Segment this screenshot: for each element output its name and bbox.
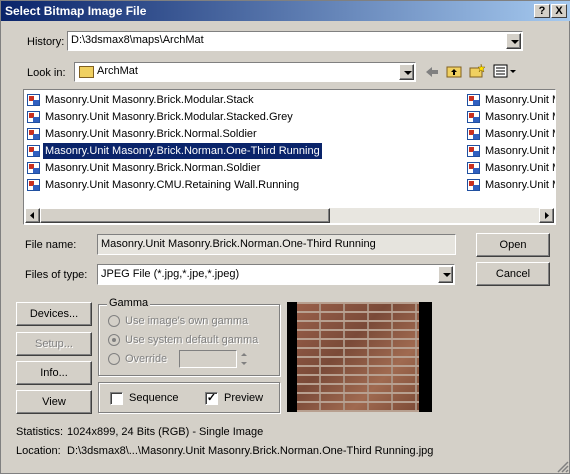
preview-checkbox[interactable]: ✓	[205, 392, 218, 405]
folder-icon	[79, 66, 94, 78]
devices-button-label: Devices...	[29, 308, 79, 320]
override-gamma-radio[interactable]	[108, 353, 120, 365]
select-bitmap-dialog: Select Bitmap Image File ? X History: D:…	[0, 0, 570, 474]
image-file-icon	[467, 111, 480, 123]
back-icon[interactable]	[424, 64, 440, 80]
override-gamma-spinner[interactable]	[239, 350, 249, 368]
view-button-label: View	[42, 396, 66, 408]
sequence-label: Sequence	[129, 392, 179, 404]
file-name-text: Masonry.Unit M	[485, 179, 555, 191]
look-in-dropdown-button[interactable]	[399, 64, 414, 80]
file-name-text: Masonry.Unit Masonry.CMU.Retaining Wall.…	[45, 179, 300, 191]
image-file-icon	[467, 179, 480, 191]
look-in-label: Look in:	[27, 67, 66, 79]
scroll-right-button[interactable]	[539, 208, 554, 223]
image-file-icon	[27, 179, 40, 191]
file-name-input[interactable]: Masonry.Unit Masonry.Brick.Norman.One-Th…	[97, 234, 456, 255]
sequence-checkbox[interactable]	[110, 392, 123, 405]
info-button[interactable]: Info...	[16, 361, 92, 385]
preview-label: Preview	[224, 392, 264, 404]
resize-grip-icon[interactable]	[555, 459, 569, 473]
files-of-type-value: JPEG File (*.jpg,*.jpe,*.jpeg)	[101, 268, 240, 280]
history-dropdown-button[interactable]	[506, 33, 521, 49]
image-file-icon	[27, 162, 40, 174]
close-button[interactable]: X	[551, 4, 567, 18]
devices-button[interactable]: Devices...	[16, 302, 92, 326]
chevron-down-icon	[404, 71, 412, 75]
location-label: Location:	[16, 445, 61, 457]
image-file-icon	[27, 111, 40, 123]
location-value: D:\3dsmax8\...\Masonry.Unit Masonry.Bric…	[67, 445, 434, 457]
use-own-gamma-label: Use image's own gamma	[125, 315, 249, 327]
dialog-title: Select Bitmap Image File	[5, 4, 147, 18]
scroll-thumb[interactable]	[40, 208, 330, 223]
history-combo[interactable]: D:\3dsmax8\maps\ArchMat	[67, 31, 523, 51]
file-name-text: Masonry.Unit M	[485, 94, 555, 106]
open-button[interactable]: Open	[476, 233, 550, 257]
image-file-icon	[467, 128, 480, 140]
files-of-type-combo[interactable]: JPEG File (*.jpg,*.jpe,*.jpeg)	[97, 264, 455, 285]
help-button[interactable]: ?	[534, 4, 550, 18]
override-gamma-label: Override	[125, 353, 168, 365]
files-of-type-label: Files of type:	[25, 269, 88, 281]
look-in-combo[interactable]: ArchMat	[74, 62, 416, 82]
open-button-label: Open	[499, 239, 527, 251]
chevron-down-icon	[443, 273, 451, 277]
brick-texture-thumbnail	[297, 302, 419, 412]
image-file-icon	[27, 94, 40, 106]
gamma-group-title: Gamma	[107, 297, 151, 309]
override-gamma-input[interactable]	[179, 350, 237, 368]
image-file-icon	[467, 162, 480, 174]
file-name-label: File name:	[25, 239, 77, 251]
image-file-icon	[27, 128, 40, 140]
horizontal-scrollbar[interactable]	[25, 208, 554, 223]
cancel-button-label: Cancel	[495, 268, 531, 280]
file-name-text: Masonry.Unit M	[485, 111, 555, 123]
info-button-label: Info...	[40, 367, 68, 379]
file-name-text: Masonry.Unit M	[485, 145, 555, 157]
setup-button[interactable]: Setup...	[16, 332, 92, 356]
close-icon: X	[555, 5, 563, 17]
view-button[interactable]: View	[16, 390, 92, 414]
setup-button-label: Setup...	[35, 338, 73, 350]
file-list[interactable]: Masonry.Unit Masonry.Brick.Modular.Stack…	[23, 89, 556, 225]
cancel-button[interactable]: Cancel	[476, 262, 550, 286]
file-name-text: Masonry.Unit Masonry.Brick.Norman.One-Th…	[42, 142, 323, 160]
file-name-text: Masonry.Unit Masonry.Brick.Modular.Stack	[45, 94, 254, 106]
up-folder-icon[interactable]	[446, 63, 462, 79]
file-name-text: Masonry.Unit Masonry.Brick.Normal.Soldie…	[45, 128, 257, 140]
statistics-label: Statistics:	[16, 426, 64, 438]
look-in-value: ArchMat	[97, 65, 138, 77]
file-name-text: Masonry.Unit Masonry.Brick.Modular.Stack…	[45, 111, 293, 123]
image-preview	[287, 302, 432, 412]
title-bar[interactable]: Select Bitmap Image File ? X	[1, 1, 570, 21]
use-system-gamma-radio[interactable]	[108, 334, 120, 346]
file-name-text: Masonry.Unit Masonry.Brick.Norman.Soldie…	[45, 162, 261, 174]
image-file-icon	[467, 145, 480, 157]
chevron-down-icon	[511, 40, 519, 44]
statistics-value: 1024x899, 24 Bits (RGB) - Single Image	[67, 426, 264, 438]
use-system-gamma-label: Use system default gamma	[125, 334, 259, 346]
scroll-left-button[interactable]	[25, 208, 40, 223]
image-file-icon	[27, 145, 40, 157]
image-file-icon	[467, 94, 480, 106]
use-own-gamma-radio[interactable]	[108, 315, 120, 327]
checkmark-icon: ✓	[206, 392, 217, 404]
files-of-type-dropdown-button[interactable]	[438, 266, 453, 283]
file-name-value: Masonry.Unit Masonry.Brick.Norman.One-Th…	[101, 238, 376, 250]
file-name-text: Masonry.Unit M	[485, 162, 555, 174]
history-label: History:	[27, 36, 65, 48]
new-folder-icon[interactable]	[469, 63, 486, 79]
view-menu-icon[interactable]	[493, 63, 517, 79]
help-icon: ?	[538, 5, 546, 17]
file-name-text: Masonry.Unit M	[485, 128, 555, 140]
history-value: D:\3dsmax8\maps\ArchMat	[71, 34, 204, 46]
